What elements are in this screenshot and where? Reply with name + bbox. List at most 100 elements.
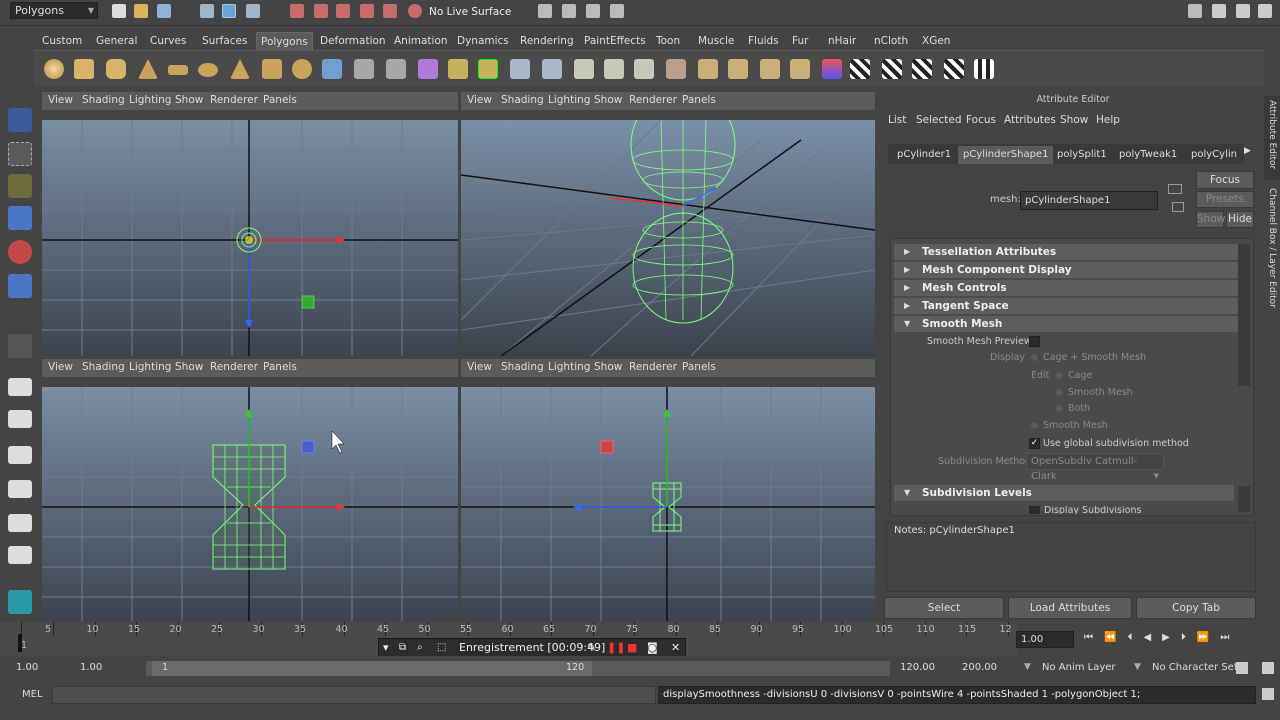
smooth-mesh-preview-checkbox[interactable]	[1029, 336, 1040, 347]
current-frame-field[interactable]: 1.00	[1016, 631, 1074, 648]
smooth-icon[interactable]	[418, 59, 438, 79]
shelf-tab-deformation[interactable]: Deformation	[316, 32, 390, 50]
anim-prefs-icon[interactable]	[1236, 662, 1248, 674]
edit-cage-radio[interactable]	[1056, 372, 1063, 379]
char-set-dropdown-icon[interactable]: ▼	[1134, 662, 1141, 672]
play-back-icon[interactable]: ◀	[1143, 632, 1162, 643]
shelf-tab-painteffects[interactable]: PaintEffects	[580, 32, 650, 50]
offset-edge-loop-icon[interactable]	[698, 59, 718, 79]
shelf-tab-ncloth[interactable]: nCloth	[870, 32, 912, 50]
extract-icon[interactable]	[386, 59, 406, 79]
vp-menu-panels[interactable]: Panels	[682, 361, 716, 373]
vp-menu-view[interactable]: View	[48, 361, 73, 373]
viewport-persp[interactable]: View Shading Lighting Show Renderer Pane…	[461, 92, 875, 356]
shelf-tab-dynamics[interactable]: Dynamics	[453, 32, 513, 50]
live-surface-icon[interactable]	[408, 4, 422, 18]
vp-menu-show[interactable]: Show	[594, 361, 622, 373]
side-tab-channel-box[interactable]: Channel Box / Layer Editor	[1264, 184, 1280, 308]
layout-persp-outliner-icon[interactable]	[8, 410, 32, 428]
ae-menu-selected[interactable]: Selected	[916, 114, 962, 126]
shelf-tab-toon[interactable]: Toon	[652, 32, 684, 50]
viewport-top[interactable]: View Shading Lighting Show Renderer Pane…	[42, 92, 458, 356]
vp-menu-show[interactable]: Show	[175, 361, 203, 373]
select-component-icon[interactable]	[246, 4, 260, 18]
shelf-tab-surfaces[interactable]: Surfaces	[198, 32, 251, 50]
open-scene-icon[interactable]	[134, 4, 148, 18]
vp-menu-lighting[interactable]: Lighting	[129, 94, 171, 106]
ae-tab-pcylindershape1[interactable]: pCylinderShape1	[958, 146, 1054, 164]
vp-menu-show[interactable]: Show	[175, 94, 203, 106]
extrude-icon[interactable]	[510, 59, 530, 79]
layout-hypershade-icon[interactable]	[8, 480, 32, 498]
poly-cone-icon[interactable]	[138, 59, 158, 79]
paint-select-tool-icon[interactable]	[8, 174, 32, 198]
lasso-tool-icon[interactable]	[8, 142, 32, 166]
fill-hole-icon[interactable]	[604, 59, 624, 79]
shelf-tab-curves[interactable]: Curves	[146, 32, 190, 50]
poly-prism-icon[interactable]	[230, 59, 250, 79]
vp-menu-shading[interactable]: Shading	[501, 94, 544, 106]
display-radio[interactable]	[1031, 354, 1038, 361]
poly-pipe-icon[interactable]	[262, 59, 282, 79]
shelf-tab-xgen[interactable]: XGen	[918, 32, 954, 50]
snap-point-icon[interactable]	[336, 4, 350, 18]
step-forward-key-icon[interactable]: ⏩	[1197, 632, 1220, 643]
recorder-pause-icon[interactable]: ❚❚	[607, 639, 625, 656]
mel-input[interactable]	[52, 686, 656, 704]
copy-tab-button[interactable]: Copy Tab	[1136, 597, 1256, 619]
viewport-scene[interactable]	[42, 120, 458, 356]
render-settings-icon[interactable]	[586, 4, 600, 18]
layout-graph-icon[interactable]	[8, 546, 32, 564]
poly-cube-icon[interactable]	[74, 59, 94, 79]
viewport-front[interactable]: View Shading Lighting Show Renderer Pane…	[42, 359, 458, 621]
attribute-editor-toggle-icon[interactable]	[1212, 4, 1226, 18]
rotate-tool-icon[interactable]	[8, 240, 32, 264]
snap-grid-icon[interactable]	[290, 4, 304, 18]
current-time-marker[interactable]	[18, 634, 22, 652]
render-frame-icon[interactable]	[538, 4, 552, 18]
recorder-pen-icon[interactable]: ✎	[587, 639, 596, 656]
reduce-icon[interactable]	[448, 59, 468, 79]
planar-mapping-icon[interactable]	[882, 59, 902, 79]
ae-tab-polytweak1[interactable]: polyTweak1	[1114, 146, 1182, 164]
layout-persp-graph-icon[interactable]	[8, 446, 32, 464]
shelf-tab-fluids[interactable]: Fluids	[744, 32, 783, 50]
modeling-toolkit-icon[interactable]	[1188, 4, 1202, 18]
ae-menu-help[interactable]: Help	[1096, 114, 1120, 126]
vp-menu-renderer[interactable]: Renderer	[210, 361, 258, 373]
collapse-icon[interactable]	[790, 59, 810, 79]
recorder-close-icon[interactable]: ✕	[671, 639, 680, 656]
bridge-icon[interactable]	[542, 59, 562, 79]
character-set-label[interactable]: No Character Set	[1152, 662, 1238, 673]
hide-button[interactable]: Hide	[1226, 211, 1254, 228]
sculpt-icon[interactable]	[822, 59, 842, 79]
step-back-frame-icon[interactable]: ⏴	[1127, 632, 1143, 643]
shelf-tab-nhair[interactable]: nHair	[824, 32, 860, 50]
load-attributes-button[interactable]: Load Attributes	[1008, 597, 1132, 619]
focus-button[interactable]: Focus	[1196, 171, 1254, 189]
poly-plane-icon[interactable]	[168, 65, 188, 75]
vp-menu-panels[interactable]: Panels	[263, 361, 297, 373]
shelf-tab-muscle[interactable]: Muscle	[694, 32, 738, 50]
mirror-icon[interactable]	[478, 59, 498, 79]
key-icon[interactable]	[1262, 662, 1274, 674]
select-object-icon[interactable]	[222, 4, 236, 18]
step-forward-frame-icon[interactable]: ⏵	[1181, 632, 1197, 643]
section-subdivision-levels[interactable]: ▼ Subdivision Levels	[894, 485, 1234, 501]
edit-both-radio[interactable]	[1056, 405, 1063, 412]
presets-button[interactable]: Presets	[1196, 191, 1254, 208]
menu-set-dropdown[interactable]: Polygons ▼	[10, 2, 98, 19]
ae-menu-attributes[interactable]: Attributes	[1004, 114, 1056, 126]
merge-icon[interactable]	[760, 59, 780, 79]
separate-icon[interactable]	[354, 59, 374, 79]
snap-live-icon[interactable]	[383, 4, 397, 18]
bevel-icon[interactable]	[728, 59, 748, 79]
new-scene-icon[interactable]	[112, 4, 126, 18]
playback-start-field[interactable]: 1.00	[80, 662, 102, 673]
shelf-tab-rendering[interactable]: Rendering	[516, 32, 578, 50]
vp-menu-renderer[interactable]: Renderer	[210, 94, 258, 106]
vp-menu-view[interactable]: View	[48, 94, 73, 106]
vp-menu-shading[interactable]: Shading	[82, 361, 125, 373]
ae-tab-polycylinder1[interactable]: polyCylin	[1186, 146, 1242, 164]
vp-menu-view[interactable]: View	[467, 94, 492, 106]
